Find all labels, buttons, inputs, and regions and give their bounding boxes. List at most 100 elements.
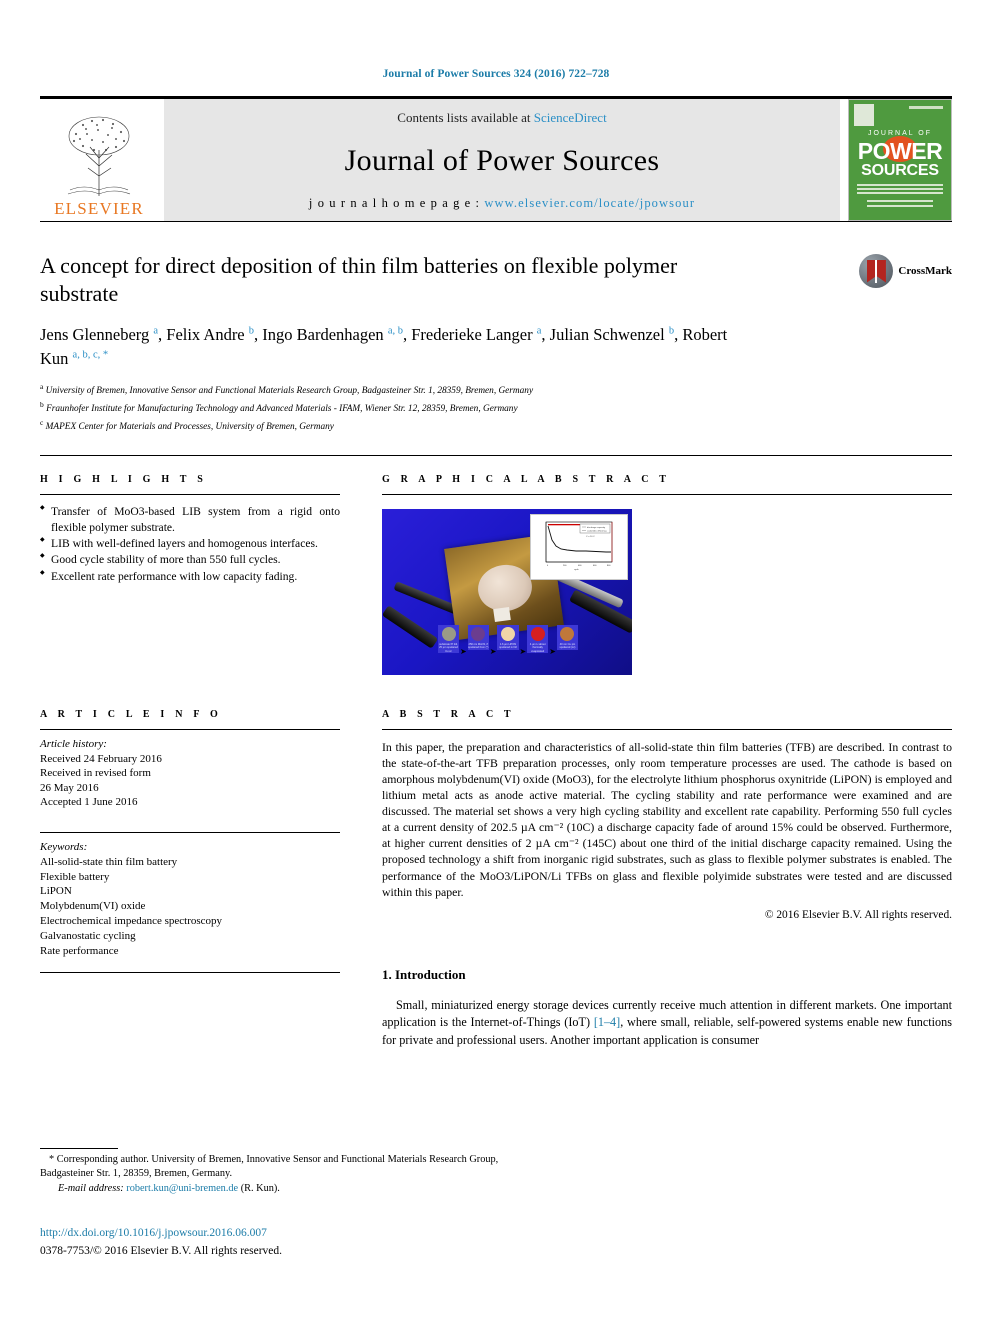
- history-item: 26 May 2016: [40, 781, 99, 794]
- author-name[interactable]: Julian Schwenzel: [550, 325, 665, 344]
- sciencedirect-link[interactable]: ScienceDirect: [534, 110, 607, 125]
- affiliation-text: Fraunhofer Institute for Manufacturing T…: [46, 404, 518, 415]
- introduction-section: 1. Introduction Small, miniaturized ener…: [382, 967, 952, 1050]
- abstract-body: In this paper, the preparation and chara…: [382, 740, 952, 899]
- author-name[interactable]: Jens Glenneberg: [40, 325, 149, 344]
- ga-layer-dot: [441, 627, 456, 642]
- history-item: Accepted 1 June 2016: [40, 796, 138, 809]
- affiliation-item: a University of Bremen, Innovative Senso…: [40, 381, 952, 399]
- affiliation-mark: a: [40, 382, 44, 392]
- svg-text:800: 800: [607, 565, 611, 567]
- article-history: Article history: Received 24 February 20…: [40, 737, 340, 810]
- svg-text:cycle: cycle: [574, 569, 579, 571]
- crossmark-badge[interactable]: CrossMark: [859, 254, 952, 288]
- highlights-column: H I G H L I G H T S Transfer of MoO3-bas…: [40, 474, 340, 675]
- journal-homepage-line: j o u r n a l h o m e p a g e : www.else…: [309, 196, 695, 211]
- affiliation-mark: c: [40, 418, 44, 428]
- author-affil-mark: a: [153, 325, 159, 337]
- crossmark-label: CrossMark: [898, 265, 952, 277]
- ga-layer-dot: [560, 627, 575, 642]
- graphical-abstract-column: G R A P H I C A L A B S T R A C T discha…: [382, 474, 952, 676]
- article-history-label: Article history:: [40, 738, 107, 751]
- keywords-label: Keywords:: [40, 840, 88, 853]
- list-item: LIB with well-defined layers and homogen…: [40, 536, 340, 551]
- ga-process-step: 4 µm Li about thermally evaporated: [527, 625, 549, 653]
- email-attribution: (R. Kun).: [240, 1183, 280, 1194]
- arrow-right-icon: ➤: [489, 647, 497, 657]
- cover-subtitle-lines: [857, 184, 943, 196]
- keyword-item: All-solid-state thin film battery: [40, 855, 178, 868]
- ga-inset-chart: discharge capacity coulombic efficiency …: [530, 514, 628, 581]
- author-name[interactable]: Ingo Bardenhagen: [262, 325, 383, 344]
- article-info-rule: [40, 729, 340, 731]
- keywords-top-rule: [40, 831, 340, 833]
- journal-cover-thumbnail[interactable]: JOURNAL OF POWER SOURCES: [848, 99, 952, 221]
- ga-inset-plot: discharge capacity coulombic efficiency …: [545, 521, 613, 571]
- author-affil-mark: a, b, c, *: [72, 349, 109, 361]
- keywords-bottom-rule: [40, 971, 340, 973]
- ga-step-caption: 1.6 µm LiPON sputtered in N2: [499, 643, 517, 650]
- citation-link[interactable]: [1–4]: [594, 1015, 620, 1029]
- author-affil-mark: a, b: [387, 325, 403, 337]
- info-abstract-row: A R T I C L E I N F O Article history: R…: [40, 709, 952, 1049]
- footnote-rule: [40, 1148, 118, 1149]
- ga-process-step: substrate PI foil, 25 µm sputtered Cu cc: [438, 625, 460, 653]
- arrow-right-icon: ➤: [519, 647, 527, 657]
- corresponding-author-note: * Corresponding author. University of Br…: [40, 1153, 500, 1181]
- author-name[interactable]: Felix Andre: [166, 325, 244, 344]
- elsevier-wordmark: ELSEVIER: [54, 199, 144, 218]
- ga-step-caption: substrate PI foil, 25 µm sputtered Cu cc: [439, 643, 458, 653]
- cover-elsevier-mark: [854, 104, 874, 126]
- abstract-rule: [382, 729, 952, 731]
- footnote-block: * Corresponding author. University of Br…: [40, 1148, 500, 1194]
- email-link[interactable]: robert.kun@uni-bremen.de: [126, 1183, 238, 1194]
- list-item: Excellent rate performance with low capa…: [40, 569, 340, 584]
- cover-power-label: POWER: [857, 138, 943, 164]
- author-affil-mark: b: [248, 325, 255, 337]
- affiliation-mark: b: [40, 400, 44, 410]
- svg-text:discharge capacity: discharge capacity: [587, 526, 606, 529]
- graphical-abstract-rule: [382, 494, 952, 496]
- keyword-item: Galvanostatic cycling: [40, 929, 136, 942]
- article-page: Journal of Power Sources 324 (2016) 722–…: [0, 0, 992, 1323]
- affiliation-text: MAPEX Center for Materials and Processes…: [45, 422, 334, 433]
- cover-footer-lines: [867, 200, 933, 210]
- ga-contact-tab: [493, 607, 511, 623]
- ga-process-step: 250 nm MoO3, rf sputtered from (°): [467, 625, 489, 650]
- journal-title: Journal of Power Sources: [344, 144, 660, 177]
- doi-link[interactable]: http://dx.doi.org/10.1016/j.jpowsour.201…: [40, 1227, 267, 1239]
- ga-process-step: 40 nm Cu pin sputtered (cc): [556, 625, 578, 650]
- author-affil-mark: b: [668, 325, 675, 337]
- svg-text:400: 400: [578, 565, 582, 567]
- ga-process-strip: substrate PI foil, 25 µm sputtered Cu cc…: [438, 625, 578, 673]
- arrow-right-icon: ➤: [549, 647, 556, 657]
- homepage-url-link[interactable]: www.elsevier.com/locate/jpowsour: [484, 196, 695, 210]
- svg-text:200: 200: [563, 565, 567, 567]
- ga-layer-dot: [471, 627, 486, 642]
- keyword-item: Molybdenum(VI) oxide: [40, 900, 146, 913]
- journal-masthead: ELSEVIER Contents lists available at Sci…: [40, 99, 952, 221]
- cover-top-rule: [909, 106, 943, 109]
- author-name[interactable]: Frederieke Langer: [411, 325, 532, 344]
- keywords-block: Keywords: All-solid-state thin film batt…: [40, 840, 340, 959]
- issn-copyright: 0378-7753/© 2016 Elsevier B.V. All right…: [40, 1245, 283, 1257]
- history-item: Received in revised form: [40, 767, 151, 780]
- arrow-right-icon: ➤: [460, 647, 467, 657]
- affiliation-list: a University of Bremen, Innovative Senso…: [40, 381, 952, 435]
- author-list: Jens Glenneberg a, Felix Andre b, Ingo B…: [40, 325, 728, 368]
- highlights-graphical-row: H I G H L I G H T S Transfer of MoO3-bas…: [40, 474, 952, 676]
- graphical-abstract-heading: G R A P H I C A L A B S T R A C T: [382, 474, 671, 486]
- ga-layer-dot: [530, 627, 545, 642]
- abstract-column: A B S T R A C T In this paper, the prepa…: [382, 709, 952, 1049]
- elsevier-tree-icon: [67, 116, 131, 196]
- elsevier-logo[interactable]: ELSEVIER: [40, 99, 158, 221]
- ga-process-step: 1.6 µm LiPON sputtered in N2: [497, 625, 519, 650]
- graphical-abstract-figure[interactable]: discharge capacity coulombic efficiency …: [382, 509, 632, 676]
- author-affil-mark: a: [536, 325, 542, 337]
- page-title: A concept for direct deposition of thin …: [40, 253, 678, 307]
- svg-text:C = 10 C: C = 10 C: [586, 536, 595, 538]
- list-item: Transfer of MoO3-based LIB system from a…: [40, 504, 340, 535]
- contents-available-line: Contents lists available at ScienceDirec…: [397, 110, 606, 126]
- article-info-heading: A R T I C L E I N F O: [40, 709, 222, 721]
- abstract-copyright: © 2016 Elsevier B.V. All rights reserved…: [764, 908, 952, 921]
